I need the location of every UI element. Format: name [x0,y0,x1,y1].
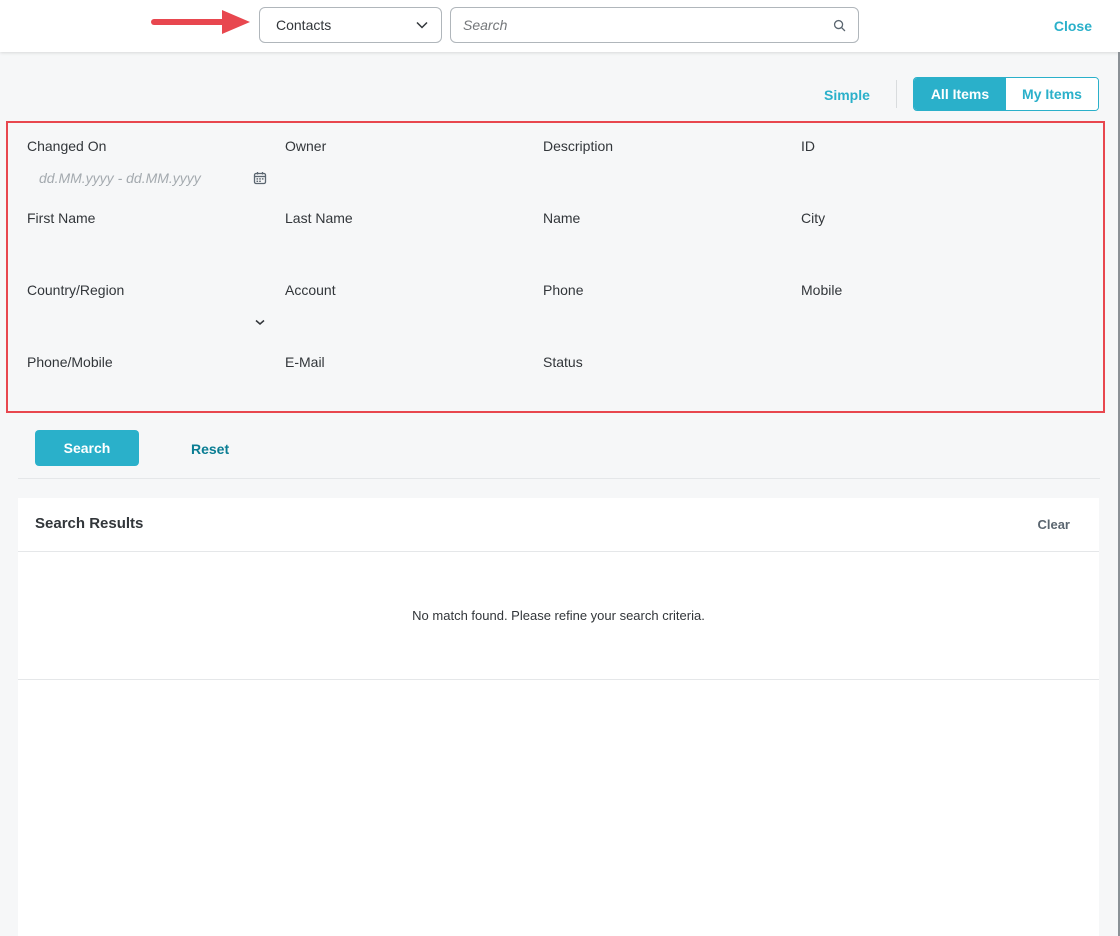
description-input[interactable] [543,164,783,192]
phone-input[interactable] [543,308,783,336]
results-divider [18,679,1099,680]
last-name-label: Last Name [285,210,353,226]
account-field: Account [285,282,525,336]
country-region-select[interactable] [27,308,267,336]
section-divider [18,478,1100,479]
reset-button[interactable]: Reset [191,441,229,457]
description-field: Description [543,138,783,192]
calendar-icon[interactable] [253,171,267,185]
country-region-label: Country/Region [27,282,125,298]
changed-on-field: Changed On dd.MM.yyyy - dd.MM.yyyy [27,138,267,192]
last-name-field: Last Name [285,210,525,264]
results-header-divider [18,551,1099,552]
phone-mobile-input[interactable] [27,380,267,408]
search-button[interactable]: Search [35,430,139,466]
status-label: Status [543,354,583,370]
phone-mobile-field: Phone/Mobile [27,354,267,408]
my-items-button[interactable]: My Items [1006,78,1098,110]
last-name-input[interactable] [285,236,525,264]
mobile-field: Mobile [801,282,1041,336]
id-label: ID [801,138,815,154]
email-input[interactable] [285,380,525,408]
search-results-panel: Search Results Clear No match found. Ple… [18,498,1099,936]
owner-label: Owner [285,138,327,154]
chevron-down-icon[interactable] [253,315,267,329]
city-label: City [801,210,826,226]
clear-results-button[interactable]: Clear [1037,517,1070,532]
name-input[interactable] [543,236,783,264]
status-input[interactable] [543,380,783,408]
name-label: Name [543,210,581,226]
search-field[interactable] [450,7,859,43]
owner-field: Owner [285,138,525,192]
id-input[interactable] [801,164,1041,192]
mobile-input[interactable] [801,308,1041,336]
phone-field: Phone [543,282,783,336]
all-items-button[interactable]: All Items [914,78,1006,110]
no-results-message: No match found. Please refine your searc… [412,608,705,623]
first-name-input[interactable] [27,236,267,264]
arrow-right-icon [151,10,250,34]
country-region-field: Country/Region [27,282,267,336]
status-field: Status [543,354,783,408]
results-title: Search Results [35,515,144,532]
first-name-field: First Name [27,210,267,264]
top-bar: Contacts Close [0,0,1120,52]
email-label: E-Mail [285,354,325,370]
id-field: ID [801,138,1041,192]
city-input[interactable] [801,236,1041,264]
first-name-label: First Name [27,210,96,226]
changed-on-label: Changed On [27,138,107,154]
mobile-label: Mobile [801,282,843,298]
account-label: Account [285,282,336,298]
search-input[interactable] [463,17,833,33]
search-icon[interactable] [833,19,846,32]
close-button[interactable]: Close [1054,18,1092,34]
changed-on-placeholder: dd.MM.yyyy - dd.MM.yyyy [39,170,201,186]
item-scope-toggle: All Items My Items [913,77,1099,111]
city-field: City [801,210,1041,264]
phone-mobile-label: Phone/Mobile [27,354,113,370]
object-type-select[interactable]: Contacts [259,7,442,43]
account-input[interactable] [285,308,525,336]
simple-mode-link[interactable]: Simple [824,87,870,103]
phone-label: Phone [543,282,584,298]
owner-input[interactable] [285,164,525,192]
name-field: Name [543,210,783,264]
email-field: E-Mail [285,354,525,408]
description-label: Description [543,138,614,154]
chevron-down-icon [416,21,428,29]
changed-on-input[interactable]: dd.MM.yyyy - dd.MM.yyyy [27,164,267,192]
mode-divider [896,80,897,108]
object-type-value: Contacts [276,17,332,33]
